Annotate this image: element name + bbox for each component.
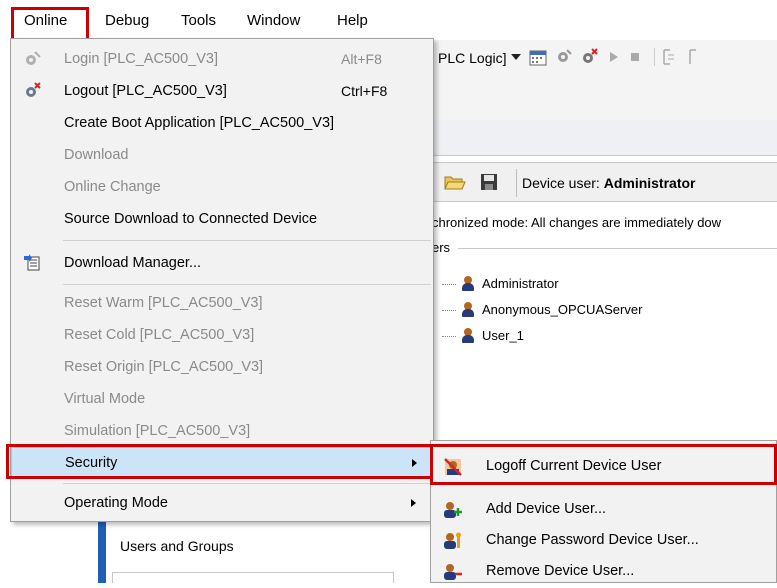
user-name: Anonymous_OPCUAServer: [482, 302, 643, 317]
submenu-item-change-password-device-user[interactable]: Change Password Device User...: [431, 524, 776, 557]
dropdown-arrow-icon[interactable]: [511, 54, 521, 62]
submenu-item-label: Logoff Current Device User: [486, 458, 662, 474]
tree-connector: [442, 336, 456, 337]
menu-item-label: Operating Mode: [64, 495, 168, 511]
submenu-item-label: Change Password Device User...: [486, 532, 699, 548]
online-menu: Login [PLC_AC500_V3] Alt+F8 Logout [PLC_…: [10, 38, 434, 522]
user-name: User_1: [482, 328, 524, 343]
toolbar-separator: [654, 48, 655, 66]
device-bar-separator: [516, 169, 517, 197]
submenu-item-remove-device-user[interactable]: Remove Device User...: [431, 555, 776, 588]
submenu-item-logoff-current-device-user[interactable]: Logoff Current Device User: [431, 450, 776, 483]
pane-box: [112, 572, 394, 583]
user-icon: [462, 328, 474, 343]
menu-window[interactable]: Window: [247, 12, 300, 29]
menu-item-virtual-mode[interactable]: Virtual Mode: [11, 384, 433, 414]
save-icon[interactable]: [480, 173, 498, 191]
pane-accent-bar: [98, 520, 106, 583]
menu-debug[interactable]: Debug: [105, 12, 149, 29]
submenu-arrow-icon: [411, 499, 416, 507]
menu-item-create-boot-application[interactable]: Create Boot Application [PLC_AC500_V3]: [11, 108, 433, 138]
submenu-arrow-icon: [412, 459, 417, 467]
add-user-icon: [444, 502, 462, 518]
menu-item-download-manager[interactable]: Download Manager...: [11, 248, 433, 278]
users-header-line: [458, 248, 777, 249]
menu-item-reset-warm[interactable]: Reset Warm [PLC_AC500_V3]: [11, 288, 433, 318]
menu-item-label: Simulation [PLC_AC500_V3]: [64, 423, 251, 439]
submenu-item-label: Remove Device User...: [486, 563, 635, 579]
device-user-prefix: Device user:: [522, 175, 600, 191]
menu-item-label: Reset Cold [PLC_AC500_V3]: [64, 327, 255, 343]
remove-user-icon: [444, 564, 462, 580]
user-row-user1[interactable]: User_1: [462, 328, 524, 343]
menubar: Online Debug Tools Window Help: [0, 0, 777, 38]
toolbar-context-label: PLC Logic]: [438, 50, 507, 66]
logoff-user-icon: [444, 458, 462, 476]
menu-tools[interactable]: Tools: [181, 12, 216, 29]
menu-item-reset-origin[interactable]: Reset Origin [PLC_AC500_V3]: [11, 352, 433, 382]
device-user-name: Administrator: [603, 175, 696, 191]
menu-item-label: Source Download to Connected Device: [64, 211, 318, 227]
toolbar-row-2: [432, 76, 777, 120]
menu-item-simulation[interactable]: Simulation [PLC_AC500_V3]: [11, 416, 433, 446]
menu-item-label: Reset Origin [PLC_AC500_V3]: [64, 359, 264, 375]
step-into-icon[interactable]: [688, 48, 700, 66]
tree-connector: [442, 284, 456, 285]
calendar-grid-icon[interactable]: [529, 48, 547, 66]
tree-connector: [442, 310, 456, 311]
logout-icon: [26, 82, 41, 97]
menu-item-label: Download Manager...: [64, 255, 202, 271]
left-navigation-pane: Users and Groups: [98, 520, 408, 583]
user-row-administrator[interactable]: Administrator: [462, 276, 559, 291]
menu-item-label: Download: [64, 147, 129, 163]
device-user-bar: Device user: Administrator: [432, 162, 777, 202]
menu-item-download[interactable]: Download: [11, 140, 433, 170]
menu-item-operating-mode[interactable]: Operating Mode: [11, 488, 433, 518]
change-password-user-icon: [444, 532, 461, 549]
menu-item-label: Reset Warm [PLC_AC500_V3]: [64, 295, 263, 311]
menu-item-label: Security: [65, 455, 118, 471]
sync-mode-text: chronized mode: All changes are immediat…: [432, 215, 722, 230]
play-icon[interactable]: [610, 52, 618, 62]
user-icon: [462, 302, 474, 317]
login-gear-icon[interactable]: [555, 48, 573, 66]
menu-item-label: Login [PLC_AC500_V3]: [64, 51, 218, 67]
step-icon[interactable]: [662, 48, 678, 66]
menu-divider: [63, 240, 431, 241]
device-user-label: Device user: Administrator: [522, 175, 696, 191]
user-row-anonymous[interactable]: Anonymous_OPCUAServer: [462, 302, 642, 317]
users-group-header: ers: [432, 240, 451, 255]
user-icon: [462, 276, 474, 291]
menu-item-source-download[interactable]: Source Download to Connected Device: [11, 204, 433, 234]
menu-help[interactable]: Help: [337, 12, 368, 29]
submenu-item-label: Add Device User...: [486, 501, 607, 517]
submenu-item-add-device-user[interactable]: Add Device User...: [431, 493, 776, 526]
nav-users-and-groups[interactable]: Users and Groups: [120, 538, 234, 554]
menu-online[interactable]: Online: [24, 12, 67, 29]
login-icon: [26, 51, 41, 65]
menu-item-login[interactable]: Login [PLC_AC500_V3] Alt+F8: [11, 44, 433, 74]
menu-item-label: Create Boot Application [PLC_AC500_V3]: [64, 115, 335, 131]
menu-item-shortcut: Ctrl+F8: [341, 83, 388, 99]
security-submenu: Logoff Current Device User Add Device Us…: [430, 440, 777, 583]
stop-icon[interactable]: [631, 53, 639, 61]
menu-divider: [63, 483, 431, 484]
menu-item-label: Virtual Mode: [64, 391, 146, 407]
menu-divider: [63, 284, 431, 285]
menu-item-online-change[interactable]: Online Change: [11, 172, 433, 202]
menu-item-security[interactable]: Security: [11, 447, 433, 479]
open-folder-icon[interactable]: [444, 173, 466, 191]
download-manager-icon: [24, 254, 40, 271]
menu-item-label: Logout [PLC_AC500_V3]: [64, 83, 227, 99]
editor-tabs-bar: [432, 120, 777, 156]
toolbar: PLC Logic]: [432, 40, 777, 76]
menu-item-reset-cold[interactable]: Reset Cold [PLC_AC500_V3]: [11, 320, 433, 350]
menu-item-shortcut: Alt+F8: [341, 51, 382, 67]
menu-item-label: Online Change: [64, 179, 161, 195]
logout-gear-icon[interactable]: [580, 48, 598, 66]
user-name: Administrator: [482, 276, 559, 291]
menu-item-logout[interactable]: Logout [PLC_AC500_V3] Ctrl+F8: [11, 76, 433, 106]
